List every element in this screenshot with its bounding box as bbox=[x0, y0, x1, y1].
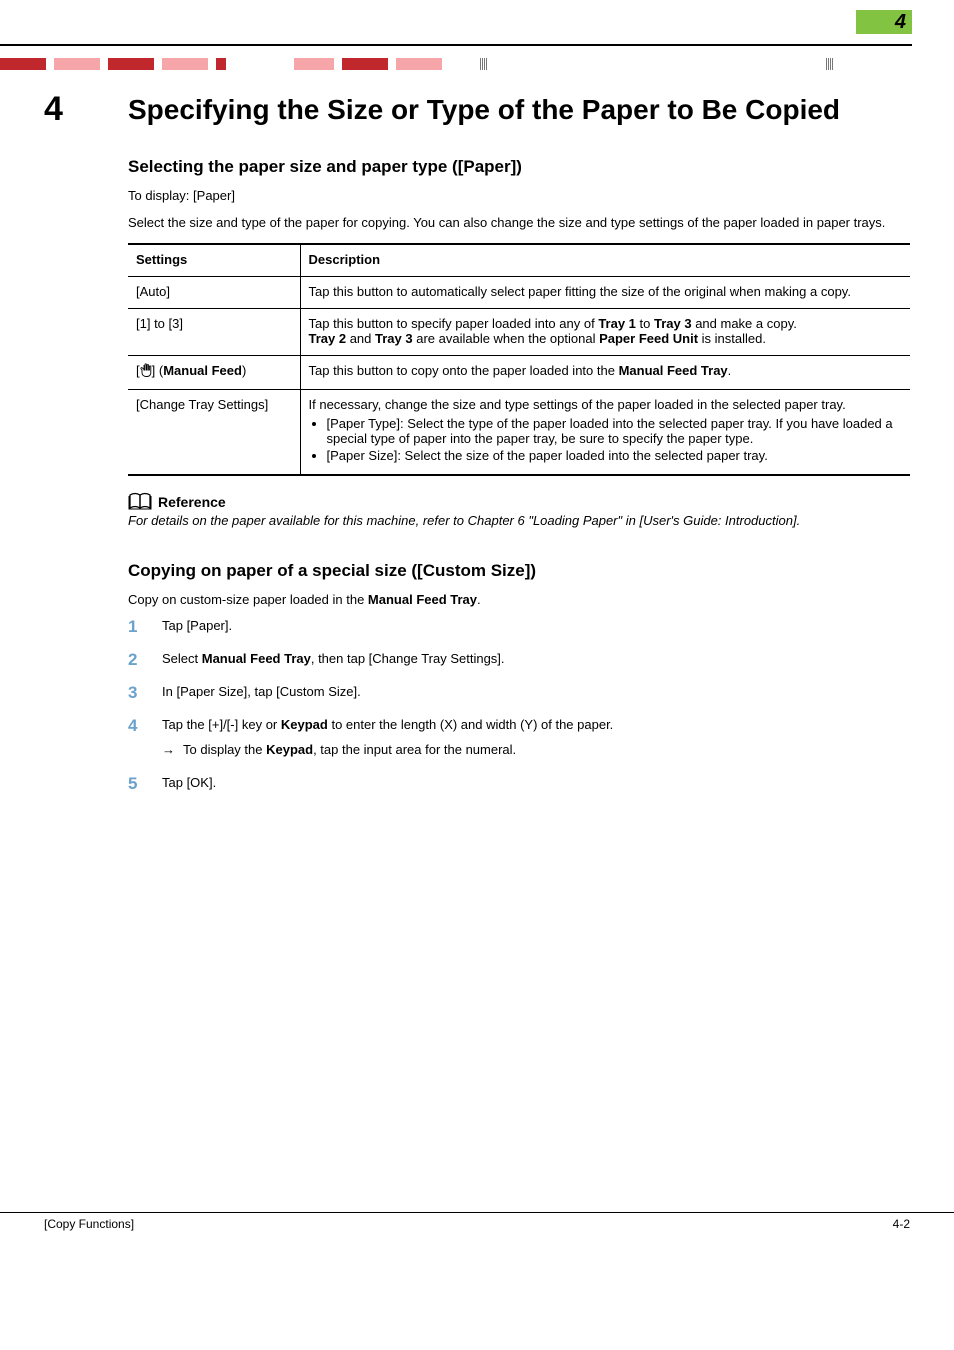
step-text: Tap [OK]. bbox=[162, 775, 216, 790]
text: Tap this button to copy onto the paper l… bbox=[309, 363, 732, 378]
text: ) bbox=[242, 363, 246, 378]
settings-table: Settings Description [Auto] Tap this but… bbox=[128, 243, 910, 476]
table-cell: Tap this button to specify paper loaded … bbox=[300, 308, 910, 355]
paragraph: Select the size and type of the paper fo… bbox=[128, 214, 910, 233]
paragraph: Copy on custom-size paper loaded in the … bbox=[128, 591, 910, 610]
text: Tap this button to specify paper loaded … bbox=[309, 316, 797, 331]
step-item: Tap [Paper]. bbox=[128, 617, 910, 636]
text: Copy on custom-size paper loaded in the bbox=[128, 592, 368, 607]
chapter-title: Specifying the Size or Type of the Paper… bbox=[128, 92, 840, 127]
section-heading: Copying on paper of a special size ([Cus… bbox=[128, 561, 910, 581]
table-row: [Change Tray Settings] If necessary, cha… bbox=[128, 389, 910, 475]
text: Manual Feed bbox=[163, 363, 242, 378]
paragraph: To display: [Paper] bbox=[128, 187, 910, 206]
header-rule bbox=[0, 44, 912, 46]
table-cell: [1] to [3] bbox=[128, 308, 300, 355]
table-cell: [] (Manual Feed) bbox=[128, 355, 300, 389]
step-item: Tap [OK]. bbox=[128, 774, 910, 793]
list-item: [Paper Size]: Select the size of the pap… bbox=[327, 448, 903, 463]
text: Manual Feed Tray bbox=[368, 592, 477, 607]
table-cell: [Auto] bbox=[128, 276, 300, 308]
step-text: Select Manual Feed Tray, then tap [Chang… bbox=[162, 651, 505, 666]
step-text: In [Paper Size], tap [Custom Size]. bbox=[162, 684, 361, 699]
bullet-list: [Paper Type]: Select the type of the pap… bbox=[309, 416, 903, 463]
text: Tray 2 and Tray 3 are available when the… bbox=[309, 331, 766, 346]
top-bar: 4 bbox=[0, 0, 954, 86]
hatch-icon bbox=[826, 58, 834, 70]
table-cell: [Change Tray Settings] bbox=[128, 389, 300, 475]
step-text: Tap [Paper]. bbox=[162, 618, 232, 633]
step-list: Tap [Paper]. Select Manual Feed Tray, th… bbox=[128, 617, 910, 792]
step-text: Tap the [+]/[-] key or Keypad to enter t… bbox=[162, 717, 613, 732]
section-heading: Selecting the paper size and paper type … bbox=[128, 157, 910, 177]
table-cell: If necessary, change the size and type s… bbox=[300, 389, 910, 475]
list-item: [Paper Type]: Select the type of the pap… bbox=[327, 416, 903, 446]
header-segments bbox=[0, 58, 954, 70]
table-cell: Tap this button to automatically select … bbox=[300, 276, 910, 308]
table-row: [Auto] Tap this button to automatically … bbox=[128, 276, 910, 308]
table-row: [] (Manual Feed) Tap this button to copy… bbox=[128, 355, 910, 389]
chapter-badge: 4 bbox=[856, 10, 912, 34]
table-header: Description bbox=[300, 244, 910, 277]
step-item: Tap the [+]/[-] key or Keypad to enter t… bbox=[128, 716, 910, 760]
step-item: In [Paper Size], tap [Custom Size]. bbox=[128, 683, 910, 702]
table-header: Settings bbox=[128, 244, 300, 277]
table-row: [1] to [3] Tap this button to specify pa… bbox=[128, 308, 910, 355]
step-item: Select Manual Feed Tray, then tap [Chang… bbox=[128, 650, 910, 669]
chapter-heading: 4 Specifying the Size or Type of the Pap… bbox=[44, 92, 910, 127]
reference-label: Reference bbox=[158, 494, 226, 510]
footer-left: [Copy Functions] bbox=[44, 1213, 134, 1231]
table-cell: Tap this button to copy onto the paper l… bbox=[300, 355, 910, 389]
arrow-icon: → bbox=[162, 741, 175, 760]
text: . bbox=[477, 592, 481, 607]
text: ] ( bbox=[152, 363, 164, 378]
sub-step: → To display the Keypad, tap the input a… bbox=[162, 741, 910, 760]
reference-heading: Reference bbox=[128, 492, 910, 510]
text: If necessary, change the size and type s… bbox=[309, 397, 846, 412]
sub-step-text: To display the Keypad, tap the input are… bbox=[183, 741, 516, 760]
reference-text: For details on the paper available for t… bbox=[128, 512, 910, 531]
chapter-badge-number: 4 bbox=[895, 11, 906, 34]
hand-icon bbox=[140, 363, 152, 380]
hatch-icon bbox=[480, 58, 488, 70]
page-footer: [Copy Functions] 4-2 bbox=[0, 1212, 954, 1251]
book-icon bbox=[128, 492, 154, 510]
chapter-number: 4 bbox=[44, 92, 100, 126]
footer-right: 4-2 bbox=[893, 1213, 910, 1231]
